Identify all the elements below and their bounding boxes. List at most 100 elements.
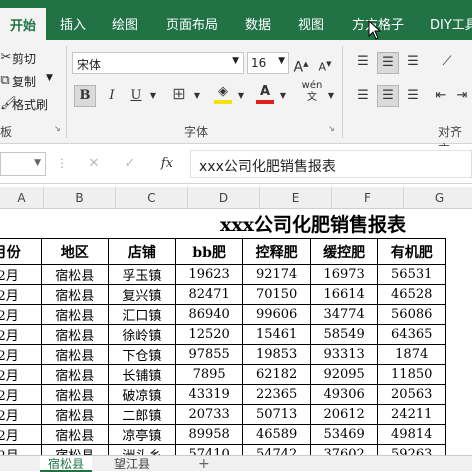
cell-store[interactable]: 长铺镇: [107, 364, 176, 385]
cell-bb[interactable]: 82471: [174, 284, 244, 305]
cell-organic[interactable]: 20563: [377, 384, 446, 405]
phonetic-dropdown-icon[interactable]: ▼: [326, 86, 336, 106]
cell-region[interactable]: 宿松县: [40, 404, 109, 425]
cell-controlled[interactable]: 22365: [242, 384, 311, 405]
font-size-select[interactable]: 16 ▼: [247, 52, 289, 74]
cell-slow[interactable]: 16973: [309, 264, 379, 285]
header-store[interactable]: 店铺: [107, 238, 176, 265]
cell-bb[interactable]: 89958: [174, 424, 244, 445]
header-slow-release[interactable]: 缓控肥: [309, 238, 379, 265]
cell-store[interactable]: 汇口镇: [107, 304, 176, 325]
cell-store[interactable]: 洲头乡: [107, 444, 176, 455]
cell-controlled[interactable]: 15461: [242, 324, 311, 345]
header-organic[interactable]: 有机肥: [377, 238, 446, 265]
header-month[interactable]: 月份: [0, 238, 42, 265]
cell-controlled[interactable]: 99606: [242, 304, 311, 325]
cell-region[interactable]: 宿松县: [40, 304, 109, 325]
increase-font-size-button[interactable]: A▲: [292, 54, 310, 78]
cell-slow[interactable]: 34774: [309, 304, 379, 325]
tab-data[interactable]: 数据: [245, 14, 271, 33]
italic-button[interactable]: I: [102, 86, 122, 106]
cell-region[interactable]: 宿松县: [40, 324, 109, 345]
cell-bb[interactable]: 7895: [174, 364, 244, 385]
cell-month[interactable]: 2月: [0, 304, 42, 325]
cell-controlled[interactable]: 19853: [242, 344, 311, 365]
align-center-icon[interactable]: ☰: [377, 85, 399, 107]
cell-month[interactable]: 2月: [0, 284, 42, 305]
cell-month[interactable]: 2月: [0, 324, 42, 345]
cell-organic[interactable]: 64365: [377, 324, 446, 345]
cell-month[interactable]: 2月: [0, 364, 42, 385]
column-header-b[interactable]: B: [44, 187, 116, 209]
underline-dropdown-icon[interactable]: ▼: [148, 86, 158, 106]
fill-color-dropdown-icon[interactable]: ▼: [236, 86, 246, 106]
column-header-g[interactable]: G: [404, 187, 472, 209]
cell-store[interactable]: 二郎镇: [107, 404, 176, 425]
column-header-d[interactable]: D: [188, 187, 260, 209]
add-sheet-icon[interactable]: +: [190, 456, 218, 472]
header-region[interactable]: 地区: [40, 238, 109, 265]
cell-store[interactable]: 破凉镇: [107, 384, 176, 405]
cell-organic[interactable]: 24211: [377, 404, 446, 425]
tab-insert[interactable]: 插入: [60, 14, 86, 33]
font-name-select[interactable]: 宋体 ▼: [72, 52, 244, 74]
cell-organic[interactable]: 56531: [377, 264, 446, 285]
cell-slow[interactable]: 92095: [309, 364, 379, 385]
align-middle-icon[interactable]: ☰: [377, 52, 399, 74]
cell-slow[interactable]: 58549: [309, 324, 379, 345]
tab-draw[interactable]: 绘图: [112, 14, 138, 33]
cell-region[interactable]: 宿松县: [40, 364, 109, 385]
copy-button[interactable]: 复制: [12, 73, 36, 90]
column-header-f[interactable]: F: [332, 187, 404, 209]
tab-diy-tools[interactable]: DIY工具: [430, 14, 472, 33]
sheet-tab-susong[interactable]: 宿松县: [40, 456, 93, 472]
tab-page-layout[interactable]: 页面布局: [166, 14, 218, 33]
align-right-icon[interactable]: ☰: [402, 86, 424, 106]
cell-month[interactable]: 2月: [0, 384, 42, 405]
format-painter-button[interactable]: 格式刷: [12, 96, 48, 113]
border-dropdown-icon[interactable]: ▼: [192, 86, 202, 106]
column-header-a[interactable]: A: [0, 187, 44, 209]
cell-controlled[interactable]: 62182: [242, 364, 311, 385]
cell-store[interactable]: 复兴镇: [107, 284, 176, 305]
align-bottom-icon[interactable]: ☰: [402, 52, 424, 72]
cell-region[interactable]: 宿松县: [40, 384, 109, 405]
cell-controlled[interactable]: 50713: [242, 404, 311, 425]
align-top-icon[interactable]: ☰: [352, 52, 374, 72]
cell-bb[interactable]: 20733: [174, 404, 244, 425]
cell-bb[interactable]: 12520: [174, 324, 244, 345]
font-color-dropdown-icon[interactable]: ▼: [278, 86, 288, 106]
cell-month[interactable]: 2月: [0, 344, 42, 365]
font-launcher-icon[interactable]: ↘: [328, 124, 335, 133]
cell-controlled[interactable]: 70150: [242, 284, 311, 305]
column-header-c[interactable]: C: [116, 187, 188, 209]
cell-organic[interactable]: 56086: [377, 304, 446, 325]
phonetic-guide-button[interactable]: wén 文: [298, 80, 326, 104]
cell-region[interactable]: 宿松县: [40, 264, 109, 285]
tab-view[interactable]: 视图: [298, 14, 324, 33]
tab-home[interactable]: 开始: [0, 8, 47, 40]
cell-bb[interactable]: 43319: [174, 384, 244, 405]
increase-indent-icon[interactable]: ⇥: [452, 86, 472, 106]
worksheet-grid[interactable]: xxx公司化肥销售报表 月份 地区 店铺 bb肥 控释肥 缓控肥 有机肥 2月宿…: [0, 210, 472, 455]
sheet-tab-wangjiang[interactable]: 望江县: [106, 456, 158, 472]
cell-organic[interactable]: 11850: [377, 364, 446, 385]
underline-button[interactable]: U: [126, 86, 146, 106]
cell-controlled[interactable]: 54742: [242, 444, 311, 455]
decrease-font-size-button[interactable]: A▼: [316, 54, 334, 78]
clipboard-launcher-icon[interactable]: ↘: [54, 124, 61, 133]
cell-slow[interactable]: 20612: [309, 404, 379, 425]
cell-bb[interactable]: 57410: [174, 444, 244, 455]
cell-region[interactable]: 宿松县: [40, 444, 109, 455]
cell-slow[interactable]: 93313: [309, 344, 379, 365]
cell-store[interactable]: 孚玉镇: [107, 264, 176, 285]
border-icon[interactable]: ⊞: [168, 84, 190, 104]
bold-button[interactable]: B: [74, 85, 96, 107]
cell-controlled[interactable]: 46589: [242, 424, 311, 445]
cell-slow[interactable]: 53469: [309, 424, 379, 445]
insert-function-button[interactable]: fx: [156, 154, 178, 174]
cell-organic[interactable]: 46528: [377, 284, 446, 305]
decrease-indent-icon[interactable]: ⇤: [430, 86, 452, 106]
cell-controlled[interactable]: 92174: [242, 264, 311, 285]
cell-month[interactable]: 2月: [0, 404, 42, 425]
